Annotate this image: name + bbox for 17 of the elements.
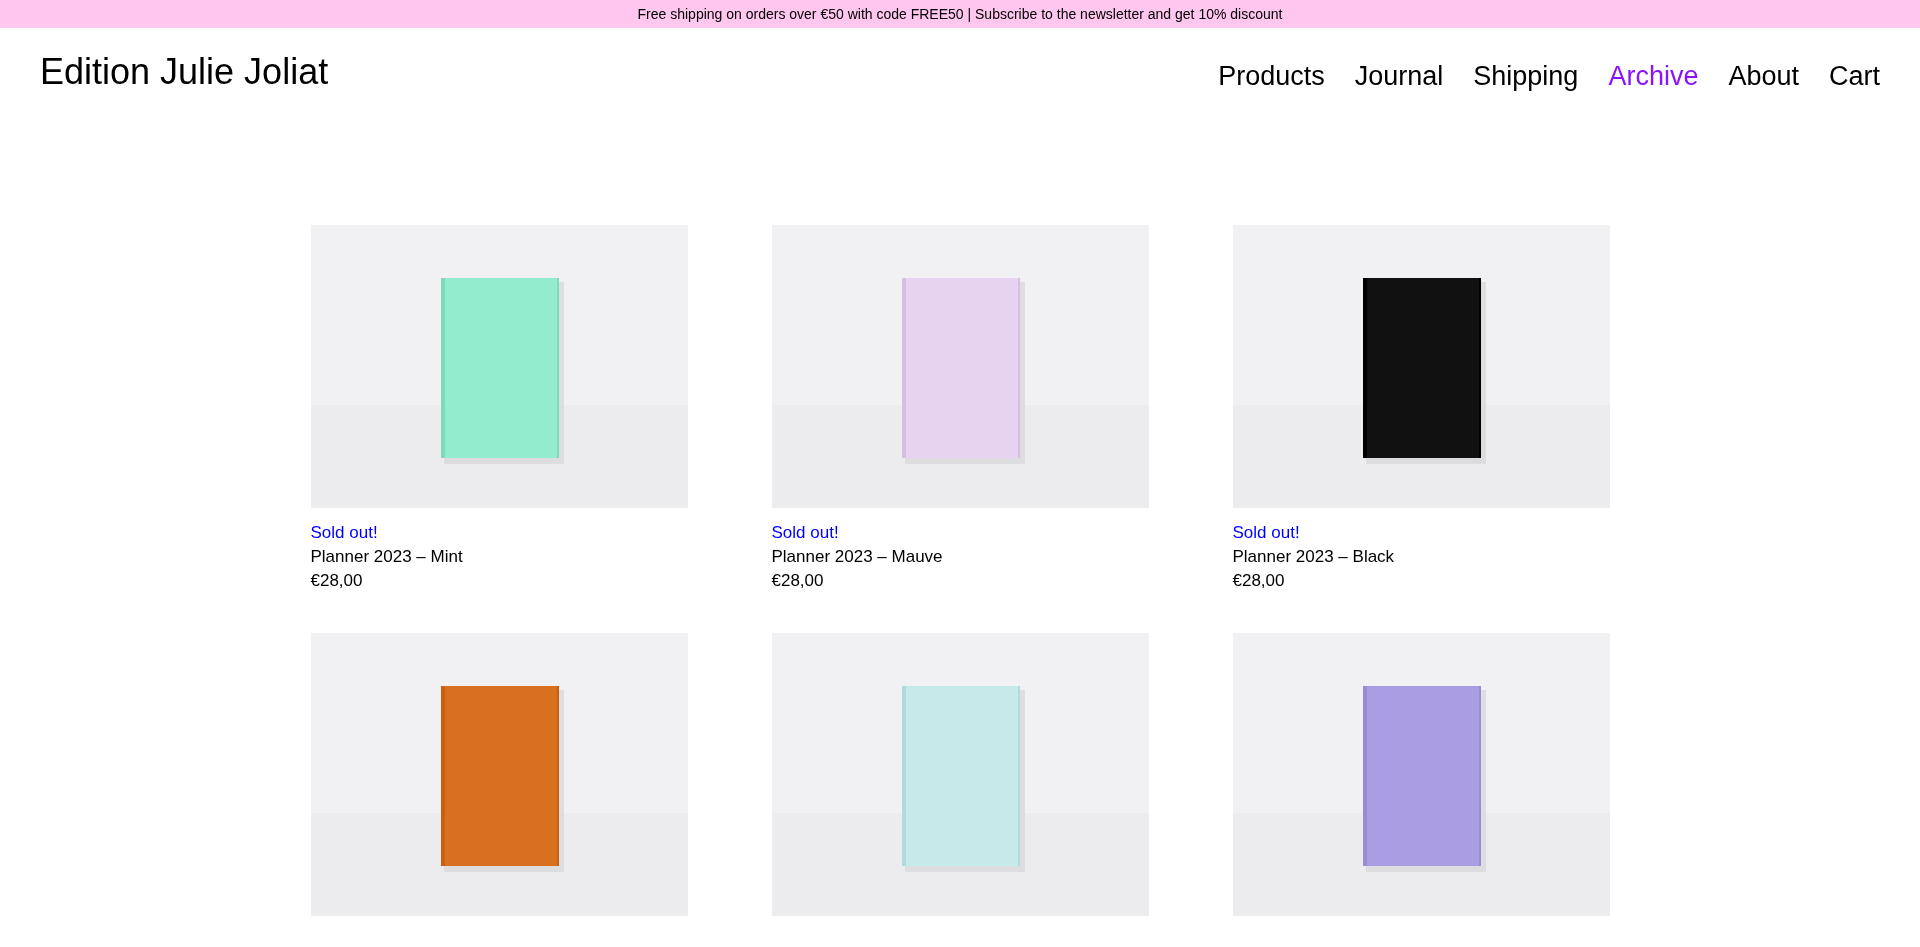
nav-link[interactable]: Archive [1608, 60, 1699, 92]
product-title[interactable]: Planner 2023 – Mauve [771, 545, 1149, 569]
product-price: €28,00 [310, 570, 364, 592]
product-title[interactable]: Planner 2023 – Black [1232, 545, 1610, 569]
sold-out-label: Sold out! [1232, 522, 1301, 544]
sold-out-label: Sold out! [310, 522, 379, 544]
nav-link[interactable]: Cart [1829, 60, 1880, 92]
site-logo[interactable]: Edition Julie Joliat [40, 51, 329, 93]
product-price: €28,00 [1232, 570, 1286, 592]
sold-out-label: Sold out! [771, 522, 840, 544]
nav-link[interactable]: Shipping [1473, 60, 1579, 92]
nav-link[interactable]: Products [1218, 60, 1325, 92]
product-title[interactable]: Planner 2023 – Mint [310, 545, 688, 569]
nav-link[interactable]: Journal [1354, 60, 1444, 92]
nav-link[interactable]: About [1728, 60, 1799, 92]
announcement-banner: Free shipping on orders over €50 with code FREE50 | Subscribe to the newsletter and get 10% discount [0, 0, 1920, 28]
product-price: €28,00 [771, 570, 825, 592]
